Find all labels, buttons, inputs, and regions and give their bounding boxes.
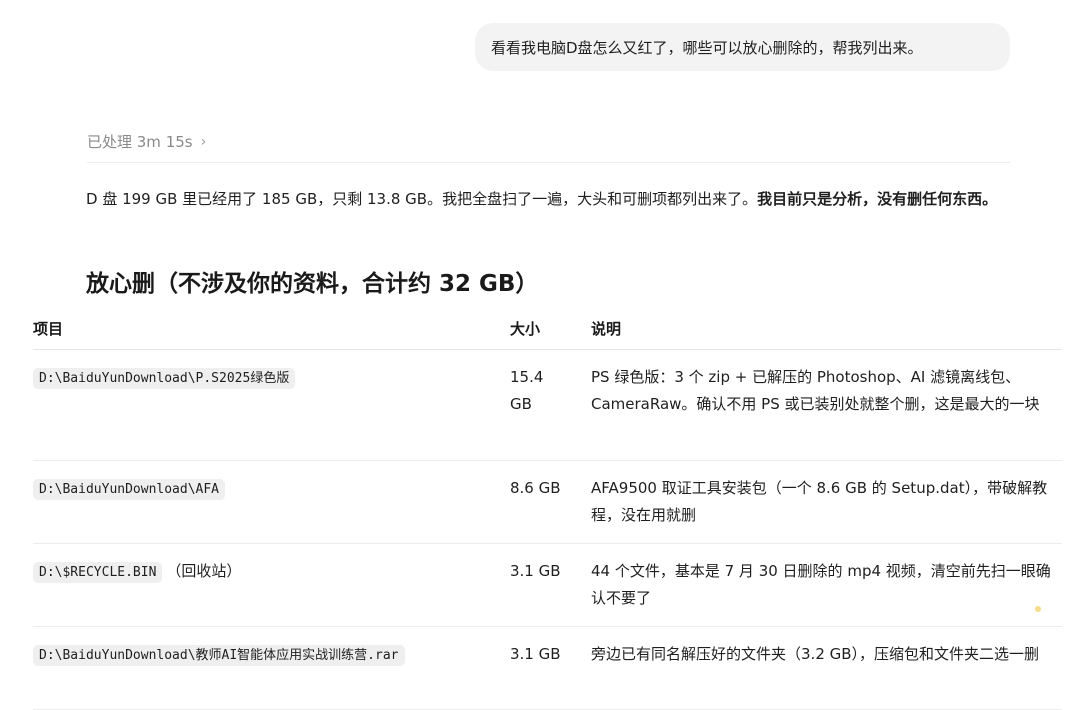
item-desc: 旁边已有同名解压好的文件夹（3.2 GB），压缩包和文件夹二选一删 <box>591 645 1040 663</box>
item-size: 8.6 GB <box>510 479 561 497</box>
item-desc: AFA9500 取证工具安装包（一个 8.6 GB 的 Setup.dat），带… <box>591 479 1048 524</box>
item-size: 15.4 GB <box>510 368 544 413</box>
deletable-items-table: 项目 大小 说明 D:\BaiduYunDownload\P.S2025绿色版 … <box>33 308 1062 710</box>
table-row: D:\BaiduYunDownload\AFA 8.6 GB AFA9500 取… <box>33 461 1062 544</box>
assistant-summary: D 盘 199 GB 里已经用了 185 GB，只剩 13.8 GB。我把全盘扫… <box>86 186 1016 212</box>
item-desc: 44 个文件，基本是 7 月 30 日删除的 mp4 视频，清空前先扫一眼确认不… <box>591 562 1051 607</box>
chevron-right-icon: › <box>200 133 207 150</box>
path-code: D:\$RECYCLE.BIN <box>33 562 163 583</box>
user-message-text: 看看我电脑D盘怎么又红了，哪些可以放心删除的，帮我列出来。 <box>491 38 923 57</box>
scroll-indicator <box>1035 606 1041 612</box>
summary-text: D 盘 199 GB 里已经用了 185 GB，只剩 13.8 GB。我把全盘扫… <box>86 190 758 208</box>
header-size: 大小 <box>510 320 541 338</box>
header-item: 项目 <box>33 320 64 338</box>
item-size: 3.1 GB <box>510 562 561 580</box>
processing-status-label: 已处理 3m 15s <box>87 133 193 151</box>
path-code: D:\BaiduYunDownload\P.S2025绿色版 <box>33 368 296 389</box>
table-header: 项目 大小 说明 <box>33 308 1062 350</box>
table-row: D:\BaiduYunDownload\教师AI智能体应用实战训练营.rar 3… <box>33 627 1062 710</box>
section-title: 放心删（不涉及你的资料，合计约 32 GB） <box>86 271 539 297</box>
processing-status-toggle[interactable]: 已处理 3m 15s › <box>87 131 206 152</box>
path-code: D:\BaiduYunDownload\AFA <box>33 479 226 500</box>
user-message-bubble: 看看我电脑D盘怎么又红了，哪些可以放心删除的，帮我列出来。 <box>475 23 1010 71</box>
status-divider <box>87 162 1010 163</box>
summary-bold-note: 我目前只是分析，没有删任何东西。 <box>757 190 998 208</box>
item-size: 3.1 GB <box>510 645 561 663</box>
path-suffix: （回收站） <box>166 562 242 580</box>
table-row: D:\$RECYCLE.BIN （回收站） 3.1 GB 44 个文件，基本是 7… <box>33 544 1062 627</box>
header-desc: 说明 <box>591 320 622 338</box>
path-code: D:\BaiduYunDownload\教师AI智能体应用实战训练营.rar <box>33 645 405 666</box>
table-row: D:\BaiduYunDownload\P.S2025绿色版 15.4 GB P… <box>33 350 1062 461</box>
item-desc: PS 绿色版：3 个 zip + 已解压的 Photoshop、AI 滤镜离线包… <box>591 368 1040 413</box>
